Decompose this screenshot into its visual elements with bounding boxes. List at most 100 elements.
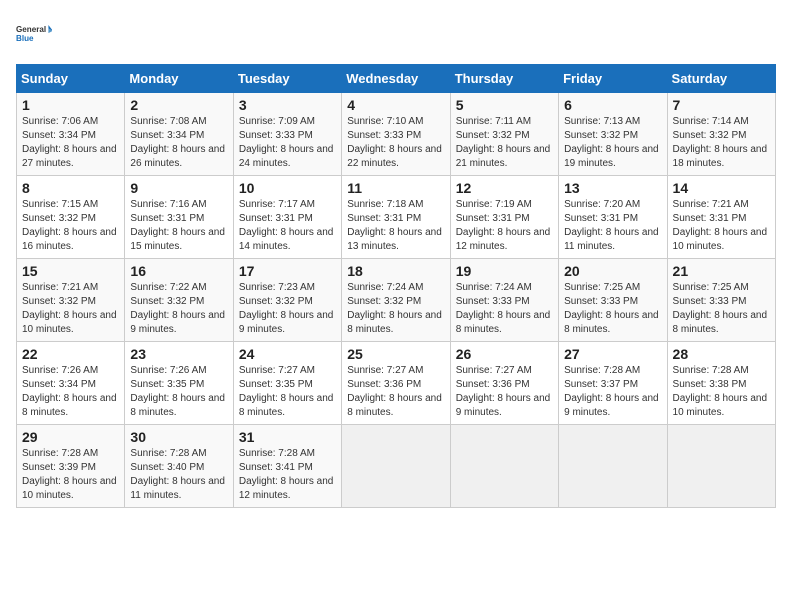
day-info: Sunrise: 7:09 AMSunset: 3:33 PMDaylight:… bbox=[239, 115, 336, 171]
day-number: 14 bbox=[673, 180, 770, 196]
calendar-cell: 2 Sunrise: 7:08 AMSunset: 3:34 PMDaylight… bbox=[125, 93, 233, 176]
calendar-cell: 30 Sunrise: 7:28 AMSunset: 3:40 PMDayligh… bbox=[125, 425, 233, 508]
day-info: Sunrise: 7:28 AMSunset: 3:38 PMDaylight:… bbox=[673, 364, 770, 420]
day-info: Sunrise: 7:06 AMSunset: 3:34 PMDaylight:… bbox=[22, 115, 119, 171]
header: General Blue bbox=[16, 16, 776, 52]
calendar-cell: 14 Sunrise: 7:21 AMSunset: 3:31 PMDayligh… bbox=[667, 176, 775, 259]
day-info: Sunrise: 7:21 AMSunset: 3:32 PMDaylight:… bbox=[22, 281, 119, 337]
day-info: Sunrise: 7:17 AMSunset: 3:31 PMDaylight:… bbox=[239, 198, 336, 254]
day-info: Sunrise: 7:21 AMSunset: 3:31 PMDaylight:… bbox=[673, 198, 770, 254]
calendar-cell: 6 Sunrise: 7:13 AMSunset: 3:32 PMDaylight… bbox=[559, 93, 667, 176]
day-number: 10 bbox=[239, 180, 336, 196]
day-number: 7 bbox=[673, 97, 770, 113]
day-number: 8 bbox=[22, 180, 119, 196]
day-info: Sunrise: 7:27 AMSunset: 3:36 PMDaylight:… bbox=[347, 364, 444, 420]
calendar-cell: 24 Sunrise: 7:27 AMSunset: 3:35 PMDayligh… bbox=[233, 342, 341, 425]
calendar-cell: 19Sunrise: 7:24 AMSunset: 3:33 PMDayligh… bbox=[450, 259, 558, 342]
day-number: 6 bbox=[564, 97, 661, 113]
day-number: 19 bbox=[456, 263, 553, 279]
calendar-table: SundayMondayTuesdayWednesdayThursdayFrid… bbox=[16, 64, 776, 508]
day-info: Sunrise: 7:20 AMSunset: 3:31 PMDaylight:… bbox=[564, 198, 661, 254]
calendar-cell: 18 Sunrise: 7:24 AMSunset: 3:32 PMDayligh… bbox=[342, 259, 450, 342]
day-number: 5 bbox=[456, 97, 553, 113]
calendar-cell: 16Sunrise: 7:22 AMSunset: 3:32 PMDayligh… bbox=[125, 259, 233, 342]
calendar-cell: 7 Sunrise: 7:14 AMSunset: 3:32 PMDaylight… bbox=[667, 93, 775, 176]
logo-svg: General Blue bbox=[16, 16, 52, 52]
weekday-row: SundayMondayTuesdayWednesdayThursdayFrid… bbox=[17, 65, 776, 93]
day-number: 31 bbox=[239, 429, 336, 445]
day-info: Sunrise: 7:28 AMSunset: 3:40 PMDaylight:… bbox=[130, 447, 227, 503]
weekday-header-wednesday: Wednesday bbox=[342, 65, 450, 93]
calendar-cell: 28 Sunrise: 7:28 AMSunset: 3:38 PMDayligh… bbox=[667, 342, 775, 425]
calendar-cell: 27 Sunrise: 7:28 AMSunset: 3:37 PMDayligh… bbox=[559, 342, 667, 425]
day-info: Sunrise: 7:27 AMSunset: 3:36 PMDaylight:… bbox=[456, 364, 553, 420]
day-info: Sunrise: 7:22 AMSunset: 3:32 PMDaylight:… bbox=[130, 281, 227, 337]
calendar-cell: 1 Sunrise: 7:06 AMSunset: 3:34 PMDaylight… bbox=[17, 93, 125, 176]
calendar-cell: 9Sunrise: 7:16 AMSunset: 3:31 PMDaylight… bbox=[125, 176, 233, 259]
day-number: 11 bbox=[347, 180, 444, 196]
calendar-cell: 22Sunrise: 7:26 AMSunset: 3:34 PMDayligh… bbox=[17, 342, 125, 425]
day-number: 12 bbox=[456, 180, 553, 196]
logo: General Blue bbox=[16, 16, 52, 52]
calendar-cell: 26 Sunrise: 7:27 AMSunset: 3:36 PMDayligh… bbox=[450, 342, 558, 425]
calendar-cell: 15 Sunrise: 7:21 AMSunset: 3:32 PMDayligh… bbox=[17, 259, 125, 342]
day-info: Sunrise: 7:23 AMSunset: 3:32 PMDaylight:… bbox=[239, 281, 336, 337]
weekday-header-sunday: Sunday bbox=[17, 65, 125, 93]
calendar-cell: 17 Sunrise: 7:23 AMSunset: 3:32 PMDayligh… bbox=[233, 259, 341, 342]
calendar-week-5: 29Sunrise: 7:28 AMSunset: 3:39 PMDayligh… bbox=[17, 425, 776, 508]
day-info: Sunrise: 7:10 AMSunset: 3:33 PMDaylight:… bbox=[347, 115, 444, 171]
day-info: Sunrise: 7:28 AMSunset: 3:37 PMDaylight:… bbox=[564, 364, 661, 420]
day-number: 22 bbox=[22, 346, 119, 362]
day-info: Sunrise: 7:08 AMSunset: 3:34 PMDaylight:… bbox=[130, 115, 227, 171]
calendar-header: SundayMondayTuesdayWednesdayThursdayFrid… bbox=[17, 65, 776, 93]
day-number: 18 bbox=[347, 263, 444, 279]
day-number: 30 bbox=[130, 429, 227, 445]
day-info: Sunrise: 7:14 AMSunset: 3:32 PMDaylight:… bbox=[673, 115, 770, 171]
day-info: Sunrise: 7:11 AMSunset: 3:32 PMDaylight:… bbox=[456, 115, 553, 171]
day-info: Sunrise: 7:13 AMSunset: 3:32 PMDaylight:… bbox=[564, 115, 661, 171]
calendar-cell: 13 Sunrise: 7:20 AMSunset: 3:31 PMDayligh… bbox=[559, 176, 667, 259]
day-number: 13 bbox=[564, 180, 661, 196]
day-info: Sunrise: 7:27 AMSunset: 3:35 PMDaylight:… bbox=[239, 364, 336, 420]
day-number: 1 bbox=[22, 97, 119, 113]
day-info: Sunrise: 7:28 AMSunset: 3:41 PMDaylight:… bbox=[239, 447, 336, 503]
day-info: Sunrise: 7:16 AMSunset: 3:31 PMDaylight:… bbox=[130, 198, 227, 254]
day-number: 26 bbox=[456, 346, 553, 362]
calendar-cell: 25 Sunrise: 7:27 AMSunset: 3:36 PMDayligh… bbox=[342, 342, 450, 425]
day-number: 2 bbox=[130, 97, 227, 113]
weekday-header-friday: Friday bbox=[559, 65, 667, 93]
calendar-cell bbox=[559, 425, 667, 508]
calendar-cell: 21 Sunrise: 7:25 AMSunset: 3:33 PMDayligh… bbox=[667, 259, 775, 342]
day-number: 3 bbox=[239, 97, 336, 113]
day-number: 15 bbox=[22, 263, 119, 279]
day-number: 29 bbox=[22, 429, 119, 445]
day-number: 17 bbox=[239, 263, 336, 279]
day-number: 25 bbox=[347, 346, 444, 362]
day-info: Sunrise: 7:24 AMSunset: 3:32 PMDaylight:… bbox=[347, 281, 444, 337]
day-info: Sunrise: 7:25 AMSunset: 3:33 PMDaylight:… bbox=[673, 281, 770, 337]
calendar-week-2: 8Sunrise: 7:15 AMSunset: 3:32 PMDaylight… bbox=[17, 176, 776, 259]
day-number: 27 bbox=[564, 346, 661, 362]
weekday-header-monday: Monday bbox=[125, 65, 233, 93]
calendar-cell: 3 Sunrise: 7:09 AMSunset: 3:33 PMDaylight… bbox=[233, 93, 341, 176]
day-number: 4 bbox=[347, 97, 444, 113]
day-number: 24 bbox=[239, 346, 336, 362]
day-number: 20 bbox=[564, 263, 661, 279]
calendar-cell: 10 Sunrise: 7:17 AMSunset: 3:31 PMDayligh… bbox=[233, 176, 341, 259]
svg-text:General: General bbox=[16, 25, 46, 34]
weekday-header-thursday: Thursday bbox=[450, 65, 558, 93]
calendar-cell: 31 Sunrise: 7:28 AMSunset: 3:41 PMDayligh… bbox=[233, 425, 341, 508]
calendar-week-4: 22Sunrise: 7:26 AMSunset: 3:34 PMDayligh… bbox=[17, 342, 776, 425]
weekday-header-saturday: Saturday bbox=[667, 65, 775, 93]
calendar-cell: 8Sunrise: 7:15 AMSunset: 3:32 PMDaylight… bbox=[17, 176, 125, 259]
calendar-cell: 5 Sunrise: 7:11 AMSunset: 3:32 PMDaylight… bbox=[450, 93, 558, 176]
calendar-cell bbox=[342, 425, 450, 508]
calendar-cell bbox=[450, 425, 558, 508]
day-info: Sunrise: 7:18 AMSunset: 3:31 PMDaylight:… bbox=[347, 198, 444, 254]
day-info: Sunrise: 7:19 AMSunset: 3:31 PMDaylight:… bbox=[456, 198, 553, 254]
calendar-cell bbox=[667, 425, 775, 508]
day-number: 21 bbox=[673, 263, 770, 279]
day-info: Sunrise: 7:25 AMSunset: 3:33 PMDaylight:… bbox=[564, 281, 661, 337]
calendar-cell: 23Sunrise: 7:26 AMSunset: 3:35 PMDayligh… bbox=[125, 342, 233, 425]
day-number: 28 bbox=[673, 346, 770, 362]
